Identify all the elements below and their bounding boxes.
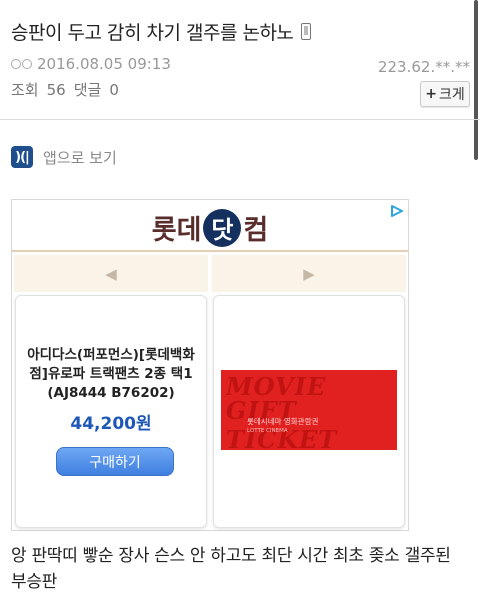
brand-divider bbox=[12, 250, 408, 252]
zoom-label: 크게 bbox=[438, 87, 465, 103]
nickname-icon bbox=[11, 59, 33, 69]
mobile-icon bbox=[301, 23, 312, 40]
post-ip: 223.62.**.** bbox=[377, 58, 470, 76]
app-icon: )(| bbox=[11, 146, 33, 168]
views-label: 조회 bbox=[11, 81, 39, 99]
brand-right: 컴 bbox=[243, 215, 269, 246]
app-view-label: 앱으로 보기 bbox=[43, 148, 117, 167]
post-date: 2016.08.05 09:13 bbox=[37, 55, 171, 73]
ad-banner[interactable]: 롯데 닷 컴 ◀ ▶ 아디다스(퍼포먼스)[롯데백화점]유로파 트랙팬츠 2종 … bbox=[11, 199, 409, 531]
post-body: 앙 판딱띠 빻순 장사 슨스 안 하고도 최단 시간 최초 좆소 갤주된 부승판 bbox=[11, 546, 451, 592]
ticket-sub: 롯데시네마 영화관람권 bbox=[247, 417, 319, 426]
post-meta: 2016.08.05 09:13 bbox=[11, 55, 171, 73]
divider bbox=[0, 119, 480, 120]
views-count: 56 bbox=[46, 81, 66, 99]
movie-ticket-image: MOVIE GIFT TICKET 롯데시네마 영화관람권 LOTTE CINE… bbox=[221, 370, 397, 450]
product-card[interactable]: 아디다스(퍼포먼스)[롯데백화점]유로파 트랙팬츠 2종 택1 (AJ8444 … bbox=[15, 295, 207, 528]
plus-icon: + bbox=[425, 86, 437, 102]
post-stats: 조회 56 댓글 0 bbox=[11, 79, 119, 100]
brand-mid: 닷 bbox=[203, 208, 242, 247]
app-view-link[interactable]: )(| 앱으로 보기 bbox=[11, 146, 117, 168]
post-title: 승판이 두고 감히 차기 갤주를 논하노 bbox=[11, 22, 294, 44]
brand-left: 롯데 bbox=[151, 215, 202, 246]
product-price: 44,200원 bbox=[70, 414, 152, 434]
product-name: 아디다스(퍼포먼스)[롯데백화점]유로파 트랙팬츠 2종 택1 (AJ8444 … bbox=[27, 347, 195, 401]
ticket-sub2: LOTTE CINEMA bbox=[247, 428, 288, 434]
arrow-left-icon: ◀ bbox=[105, 264, 117, 283]
carousel-next-button[interactable]: ▶ bbox=[212, 255, 406, 292]
scrollbar[interactable] bbox=[474, 0, 478, 160]
brand-logo[interactable]: 롯데 닷 컴 bbox=[12, 208, 408, 247]
comments-label: 댓글 bbox=[73, 81, 102, 99]
product-card-ticket[interactable]: MOVIE GIFT TICKET 롯데시네마 영화관람권 LOTTE CINE… bbox=[213, 295, 405, 528]
arrow-right-icon: ▶ bbox=[303, 264, 315, 283]
carousel-prev-button[interactable]: ◀ bbox=[14, 255, 208, 292]
post-header: 승판이 두고 감히 차기 갤주를 논하노 bbox=[11, 18, 312, 45]
buy-button[interactable]: 구매하기 bbox=[56, 447, 174, 476]
comments-count: 0 bbox=[109, 81, 119, 99]
zoom-button[interactable]: + 크게 bbox=[420, 81, 470, 107]
